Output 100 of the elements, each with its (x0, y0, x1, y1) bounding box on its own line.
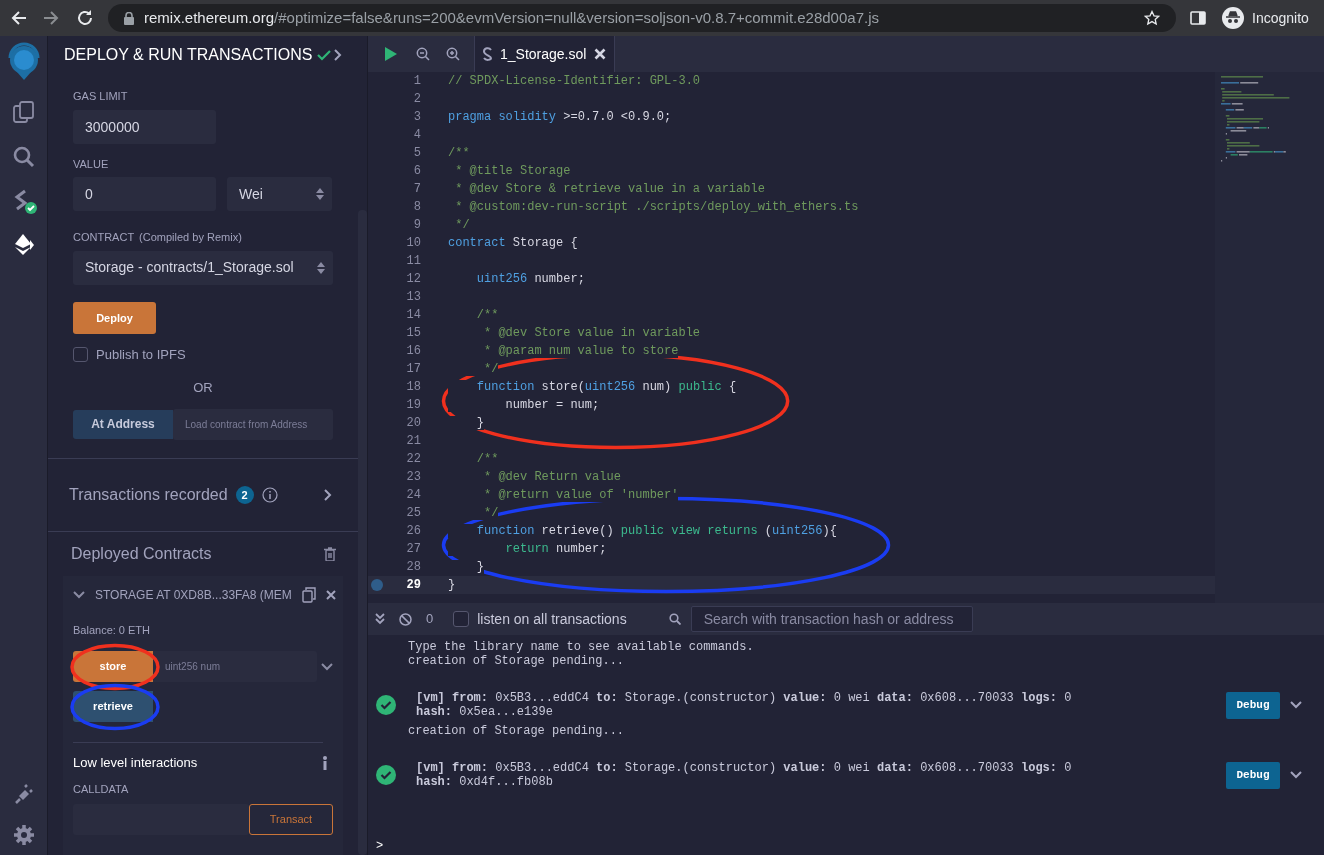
checkbox-label: listen on all transactions (477, 609, 627, 629)
or-label: OR (193, 379, 213, 398)
field-label: VALUE (73, 156, 110, 172)
checkbox[interactable] (73, 347, 88, 363)
line-number: 11 (405, 253, 422, 270)
line-number: 16 (405, 343, 422, 360)
zoom-out-icon[interactable] (416, 47, 430, 61)
files-icon[interactable] (10, 100, 37, 126)
star-icon[interactable] (1144, 10, 1160, 26)
contract-title: STORAGE AT 0XD8B...33FA8 (MEM (95, 586, 292, 604)
line-number: 8 (412, 199, 422, 216)
line-number: 3 (412, 109, 422, 126)
line-number: 12 (405, 271, 422, 288)
close-icon[interactable] (594, 48, 607, 60)
line-number: 28 (405, 559, 422, 576)
editor-tab[interactable]: 1_Storage.sol (474, 36, 616, 72)
line-number: 21 (405, 433, 422, 450)
log-line: hash: 0x5ea...e139e (416, 705, 553, 719)
panel-title: DEPLOY & RUN TRANSACTIONS (64, 44, 313, 65)
calldata-field[interactable] (73, 804, 249, 835)
chevron-right-icon[interactable] (334, 48, 342, 61)
prompt[interactable]: > (376, 839, 1324, 855)
argument-field[interactable]: uint256 num (153, 651, 317, 682)
search-icon[interactable] (668, 613, 681, 625)
profile-button[interactable]: Incognito (1222, 7, 1309, 29)
line-number: 14 (405, 307, 422, 324)
sort-icon (317, 261, 325, 274)
clear-icon[interactable] (399, 612, 412, 626)
line-number: 23 (405, 469, 422, 486)
settings-icon[interactable] (11, 823, 36, 847)
line-number: 19 (405, 397, 422, 414)
line-number: 15 (405, 325, 422, 342)
breakpoint-dot[interactable] (371, 579, 383, 591)
chevron-right-icon[interactable] (324, 489, 332, 502)
forward-icon[interactable] (42, 9, 60, 27)
contract-select[interactable]: Storage - contracts/1_Storage.sol (73, 250, 333, 285)
line-number: 4 (412, 127, 422, 144)
chevron-down-icon[interactable] (1290, 771, 1302, 779)
zoom-in-icon[interactable] (446, 47, 460, 61)
log-line: [vm] from: 0x5B3...eddC4 to: Storage.(constructor) value: 0 wei data: 0x608...70033 logs: 0 (416, 761, 1072, 775)
section-title: Transactions recorded (69, 485, 228, 506)
log-line: creation of Storage pending... (408, 654, 625, 668)
copy-icon[interactable] (301, 586, 316, 603)
function-button[interactable]: retrieve (73, 691, 153, 722)
line-number: 9 (412, 217, 422, 234)
reload-icon[interactable] (76, 9, 94, 27)
info-icon[interactable] (261, 487, 278, 504)
line-number: 7 (412, 181, 422, 198)
line-number: 25 (405, 505, 422, 522)
chevron-down-icon[interactable] (73, 590, 85, 599)
double-chevron-icon[interactable] (375, 613, 385, 625)
log-line: Type the library name to see available commands. (408, 640, 754, 654)
back-icon[interactable] (10, 9, 28, 27)
log-line: creation of Storage pending... (408, 724, 625, 738)
line-number: 10 (405, 235, 422, 252)
transact-button[interactable]: Transact (249, 804, 333, 835)
address-field[interactable]: Load contract from Address (173, 408, 333, 440)
chevron-down-icon[interactable] (1290, 701, 1302, 709)
sidebar-icon[interactable] (1190, 10, 1206, 26)
field-label: GAS LIMIT (73, 89, 129, 105)
trash-icon[interactable] (324, 546, 336, 561)
line-number: 13 (405, 289, 422, 306)
lock-icon (124, 11, 134, 25)
line-number: 26 (405, 523, 422, 540)
play-icon[interactable] (384, 46, 398, 62)
checkbox[interactable] (453, 611, 470, 627)
line-number: 20 (405, 415, 422, 432)
field-label: CONTRACT (73, 230, 135, 246)
debug-button[interactable]: Debug (1226, 691, 1280, 719)
section-title: Deployed Contracts (71, 543, 212, 564)
line-number: 2 (412, 91, 422, 108)
field-label: CALLDATA (73, 781, 130, 797)
line-number: 1 (412, 73, 422, 90)
log-line: [vm] from: 0x5B3...eddC4 to: Storage.(constructor) value: 0 wei data: 0x608...70033 logs: 0 (416, 691, 1072, 705)
line-number: 17 (405, 361, 422, 378)
line-number: 29 (405, 577, 422, 594)
gas-limit-field[interactable]: 3000000 (73, 109, 216, 144)
address-bar[interactable]: remix.ethereum.org/#optimize=false&runs=200&evmVersion=null&version=soljson-v0.8.7+commit.e28d00a7.js (108, 4, 1176, 32)
sort-icon (316, 188, 324, 201)
debug-button[interactable]: Debug (1226, 761, 1280, 789)
line-number: 5 (412, 145, 422, 162)
balance-text: Balance: 0 ETH (73, 622, 152, 638)
chevron-down-icon[interactable] (321, 662, 333, 671)
at-address-button[interactable]: At Address (73, 409, 173, 439)
line-number: 18 (405, 379, 422, 396)
section-title: Low level interactions (73, 754, 198, 772)
line-number: 24 (405, 487, 422, 504)
line-number: 6 (412, 163, 422, 180)
sync-icon (483, 47, 492, 61)
value-field[interactable]: 0 (73, 177, 216, 212)
checkbox-label: Publish to IPFS (96, 345, 186, 364)
unit-select[interactable]: Wei (227, 177, 332, 212)
search-field[interactable]: Search with transaction hash or address (690, 606, 973, 632)
info-icon[interactable] (322, 755, 328, 770)
pending-count: 0 (426, 610, 434, 629)
scrollbar[interactable] (358, 210, 367, 855)
incognito-icon (1222, 7, 1244, 29)
line-number: 27 (405, 541, 422, 558)
line-number: 22 (405, 451, 422, 468)
close-icon[interactable] (325, 589, 336, 600)
